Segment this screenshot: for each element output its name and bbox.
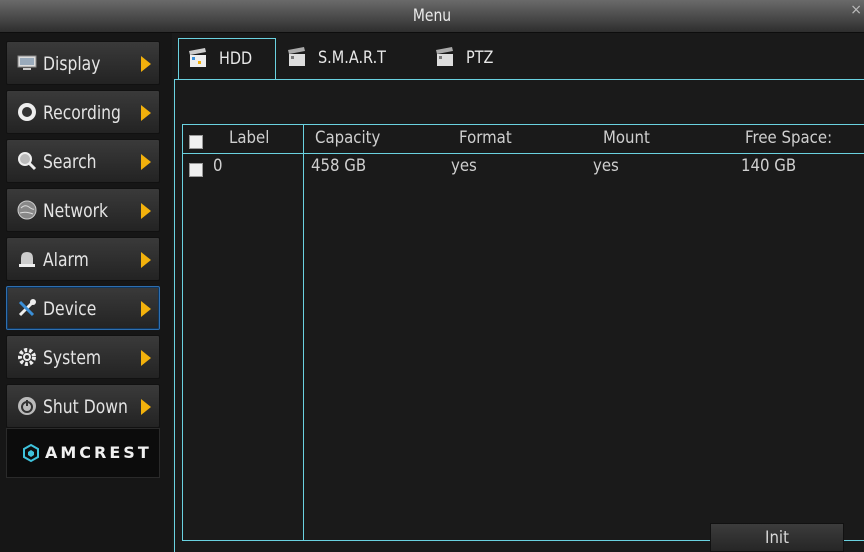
clapperboard-icon: [189, 48, 206, 67]
chevron-right-icon: [141, 56, 151, 72]
tab-label: HDD: [219, 49, 253, 69]
title-bar: Menu ×: [0, 0, 864, 33]
clapperboard-icon: [288, 47, 305, 66]
column-header-format: Format: [459, 128, 512, 148]
cell-format: yes: [451, 156, 477, 176]
select-all-checkbox[interactable]: [189, 135, 203, 149]
search-icon: [18, 152, 37, 171]
tab-bar: HDD S.M.A.R.T PTZ: [174, 38, 864, 80]
column-header-label: Label: [229, 128, 270, 148]
gear-icon: [18, 348, 36, 366]
sidebar-item-label: Alarm: [43, 249, 89, 271]
sidebar-item-label: Shut Down: [43, 396, 128, 418]
close-icon[interactable]: ×: [850, 2, 862, 18]
chevron-right-icon: [141, 252, 151, 268]
sidebar-item-label: Search: [43, 151, 97, 173]
sidebar-item-device[interactable]: Device: [6, 286, 160, 330]
brand-logo: AMCREST: [6, 428, 160, 478]
hdd-table: Label Capacity Format Mount Free Space: …: [182, 124, 864, 541]
header-divider: [183, 153, 864, 154]
column-header-capacity: Capacity: [315, 128, 381, 148]
init-button-label: Init: [765, 528, 789, 548]
column-header-free-space: Free Space:: [745, 128, 833, 148]
tools-icon: [18, 299, 36, 317]
divider: [174, 79, 175, 552]
amcrest-logo-icon: [23, 443, 39, 463]
chevron-right-icon: [141, 154, 151, 170]
divider: [174, 79, 864, 80]
tab-hdd[interactable]: HDD: [178, 38, 276, 80]
sidebar-item-shut-down[interactable]: Shut Down: [6, 384, 160, 428]
cell-mount: yes: [593, 156, 619, 176]
sidebar-item-recording[interactable]: Recording: [6, 90, 160, 134]
sidebar-item-label: Network: [43, 200, 109, 222]
sidebar-item-search[interactable]: Search: [6, 139, 160, 183]
sidebar-item-system[interactable]: System: [6, 335, 160, 379]
column-divider: [303, 125, 304, 540]
sidebar-item-label: System: [43, 347, 102, 369]
sidebar-item-alarm[interactable]: Alarm: [6, 237, 160, 281]
clapperboard-icon: [436, 47, 453, 66]
sidebar-item-display[interactable]: Display: [6, 41, 160, 85]
column-header-mount: Mount: [603, 128, 650, 148]
record-icon: [18, 103, 36, 121]
tab-smart[interactable]: S.M.A.R.T: [278, 38, 424, 79]
power-icon: [18, 397, 36, 415]
tab-label: S.M.A.R.T: [318, 48, 386, 68]
chevron-right-icon: [141, 399, 151, 415]
chevron-right-icon: [141, 301, 151, 317]
cell-capacity: 458 GB: [311, 156, 367, 176]
monitor-icon: [17, 55, 37, 70]
chevron-right-icon: [141, 105, 151, 121]
chevron-right-icon: [141, 350, 151, 366]
globe-icon: [17, 200, 37, 220]
tab-ptz[interactable]: PTZ: [426, 38, 516, 79]
row-checkbox[interactable]: [189, 163, 203, 177]
cell-free-space: 140 GB: [741, 156, 797, 176]
sidebar-item-label: Display: [43, 53, 101, 75]
alarm-bell-icon: [19, 252, 35, 267]
sidebar-item-label: Device: [43, 298, 97, 320]
window-title: Menu: [412, 6, 452, 26]
init-button[interactable]: Init: [710, 523, 844, 552]
cell-label: 0: [213, 156, 223, 176]
sidebar-item-network[interactable]: Network: [6, 188, 160, 232]
brand-name: AMCREST: [45, 443, 152, 462]
tab-label: PTZ: [466, 48, 494, 68]
sidebar: Display Recording Search Network Alarm D…: [0, 33, 172, 552]
sidebar-item-label: Recording: [43, 102, 121, 124]
chevron-right-icon: [141, 203, 151, 219]
